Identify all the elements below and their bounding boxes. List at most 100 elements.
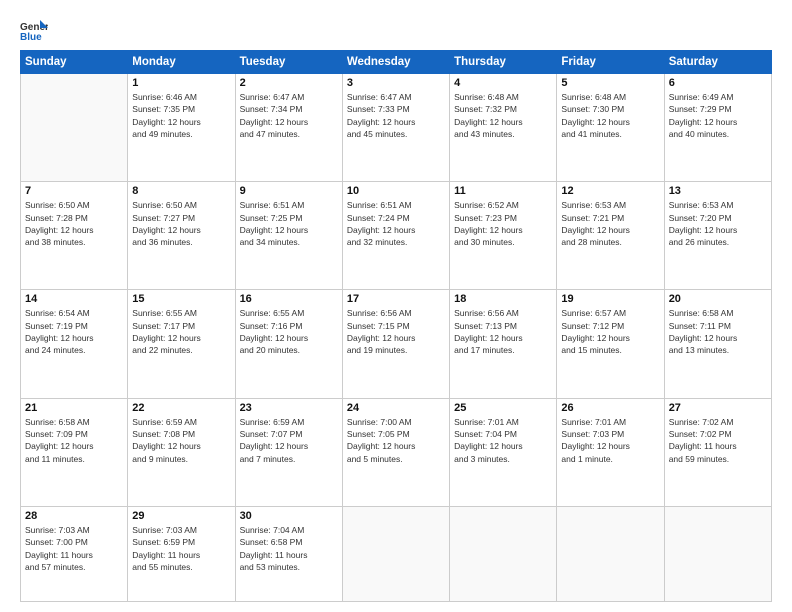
day-number: 5 <box>561 77 659 89</box>
calendar-cell: 28 Sunrise: 7:03 AM Sunset: 7:00 PM Dayli… <box>21 506 128 601</box>
day-info: Sunrise: 6:47 AM Sunset: 7:33 PM Dayligh… <box>347 91 445 140</box>
weekday-header-friday: Friday <box>557 51 664 74</box>
weekday-header-sunday: Sunday <box>21 51 128 74</box>
calendar-cell: 12 Sunrise: 6:53 AM Sunset: 7:21 PM Dayli… <box>557 182 664 290</box>
day-info: Sunrise: 7:01 AM Sunset: 7:03 PM Dayligh… <box>561 416 659 465</box>
calendar-cell: 19 Sunrise: 6:57 AM Sunset: 7:12 PM Dayli… <box>557 290 664 398</box>
day-info: Sunrise: 6:54 AM Sunset: 7:19 PM Dayligh… <box>25 307 123 356</box>
day-number: 6 <box>669 77 767 89</box>
day-info: Sunrise: 6:58 AM Sunset: 7:09 PM Dayligh… <box>25 416 123 465</box>
day-info: Sunrise: 6:48 AM Sunset: 7:30 PM Dayligh… <box>561 91 659 140</box>
calendar-cell: 29 Sunrise: 7:03 AM Sunset: 6:59 PM Dayli… <box>128 506 235 601</box>
calendar-table: SundayMondayTuesdayWednesdayThursdayFrid… <box>20 50 772 602</box>
calendar-cell: 21 Sunrise: 6:58 AM Sunset: 7:09 PM Dayli… <box>21 398 128 506</box>
day-info: Sunrise: 6:51 AM Sunset: 7:25 PM Dayligh… <box>240 199 338 248</box>
calendar-cell: 3 Sunrise: 6:47 AM Sunset: 7:33 PM Daylig… <box>342 74 449 182</box>
calendar-cell: 10 Sunrise: 6:51 AM Sunset: 7:24 PM Dayli… <box>342 182 449 290</box>
day-number: 24 <box>347 402 445 414</box>
day-number: 23 <box>240 402 338 414</box>
weekday-header-monday: Monday <box>128 51 235 74</box>
day-number: 28 <box>25 510 123 522</box>
day-number: 16 <box>240 293 338 305</box>
calendar-cell: 6 Sunrise: 6:49 AM Sunset: 7:29 PM Daylig… <box>664 74 771 182</box>
day-number: 13 <box>669 185 767 197</box>
day-number: 25 <box>454 402 552 414</box>
weekday-header-thursday: Thursday <box>450 51 557 74</box>
day-number: 1 <box>132 77 230 89</box>
day-number: 22 <box>132 402 230 414</box>
day-info: Sunrise: 6:55 AM Sunset: 7:17 PM Dayligh… <box>132 307 230 356</box>
day-number: 11 <box>454 185 552 197</box>
day-info: Sunrise: 7:02 AM Sunset: 7:02 PM Dayligh… <box>669 416 767 465</box>
calendar-cell: 26Sunrise: 7:01 AM Sunset: 7:03 PM Dayli… <box>557 398 664 506</box>
calendar-cell <box>664 506 771 601</box>
day-info: Sunrise: 6:59 AM Sunset: 7:07 PM Dayligh… <box>240 416 338 465</box>
calendar-cell: 4Sunrise: 6:48 AM Sunset: 7:32 PM Daylig… <box>450 74 557 182</box>
day-info: Sunrise: 7:01 AM Sunset: 7:04 PM Dayligh… <box>454 416 552 465</box>
calendar-cell: 8 Sunrise: 6:50 AM Sunset: 7:27 PM Daylig… <box>128 182 235 290</box>
day-info: Sunrise: 6:53 AM Sunset: 7:21 PM Dayligh… <box>561 199 659 248</box>
calendar-cell: 17 Sunrise: 6:56 AM Sunset: 7:15 PM Dayli… <box>342 290 449 398</box>
day-info: Sunrise: 7:03 AM Sunset: 6:59 PM Dayligh… <box>132 524 230 573</box>
calendar-cell: 23 Sunrise: 6:59 AM Sunset: 7:07 PM Dayli… <box>235 398 342 506</box>
calendar-cell: 27Sunrise: 7:02 AM Sunset: 7:02 PM Dayli… <box>664 398 771 506</box>
svg-text:Blue: Blue <box>20 32 42 42</box>
calendar-cell: 20 Sunrise: 6:58 AM Sunset: 7:11 PM Dayli… <box>664 290 771 398</box>
day-info: Sunrise: 6:48 AM Sunset: 7:32 PM Dayligh… <box>454 91 552 140</box>
calendar-cell: 1 Sunrise: 6:46 AM Sunset: 7:35 PM Daylig… <box>128 74 235 182</box>
calendar-cell <box>342 506 449 601</box>
calendar-cell: 13 Sunrise: 6:53 AM Sunset: 7:20 PM Dayli… <box>664 182 771 290</box>
calendar-cell: 9 Sunrise: 6:51 AM Sunset: 7:25 PM Daylig… <box>235 182 342 290</box>
calendar-cell <box>450 506 557 601</box>
day-number: 10 <box>347 185 445 197</box>
calendar-cell <box>557 506 664 601</box>
calendar-cell: 11 Sunrise: 6:52 AM Sunset: 7:23 PM Dayli… <box>450 182 557 290</box>
day-number: 19 <box>561 293 659 305</box>
day-info: Sunrise: 7:03 AM Sunset: 7:00 PM Dayligh… <box>25 524 123 573</box>
weekday-header-tuesday: Tuesday <box>235 51 342 74</box>
day-info: Sunrise: 6:52 AM Sunset: 7:23 PM Dayligh… <box>454 199 552 248</box>
day-info: Sunrise: 6:56 AM Sunset: 7:15 PM Dayligh… <box>347 307 445 356</box>
day-number: 29 <box>132 510 230 522</box>
calendar-cell: 22 Sunrise: 6:59 AM Sunset: 7:08 PM Dayli… <box>128 398 235 506</box>
day-info: Sunrise: 6:47 AM Sunset: 7:34 PM Dayligh… <box>240 91 338 140</box>
day-number: 30 <box>240 510 338 522</box>
day-number: 8 <box>132 185 230 197</box>
day-number: 9 <box>240 185 338 197</box>
calendar-cell: 15Sunrise: 6:55 AM Sunset: 7:17 PM Dayli… <box>128 290 235 398</box>
calendar-cell: 30 Sunrise: 7:04 AM Sunset: 6:58 PM Dayli… <box>235 506 342 601</box>
weekday-header-wednesday: Wednesday <box>342 51 449 74</box>
day-info: Sunrise: 6:53 AM Sunset: 7:20 PM Dayligh… <box>669 199 767 248</box>
day-info: Sunrise: 6:51 AM Sunset: 7:24 PM Dayligh… <box>347 199 445 248</box>
day-info: Sunrise: 6:50 AM Sunset: 7:28 PM Dayligh… <box>25 199 123 248</box>
day-number: 21 <box>25 402 123 414</box>
page-header: General Blue <box>20 18 772 42</box>
day-number: 2 <box>240 77 338 89</box>
day-info: Sunrise: 6:46 AM Sunset: 7:35 PM Dayligh… <box>132 91 230 140</box>
day-info: Sunrise: 6:59 AM Sunset: 7:08 PM Dayligh… <box>132 416 230 465</box>
calendar-cell: 25 Sunrise: 7:01 AM Sunset: 7:04 PM Dayli… <box>450 398 557 506</box>
calendar-cell: 7 Sunrise: 6:50 AM Sunset: 7:28 PM Daylig… <box>21 182 128 290</box>
day-number: 20 <box>669 293 767 305</box>
day-number: 3 <box>347 77 445 89</box>
calendar-cell: 5 Sunrise: 6:48 AM Sunset: 7:30 PM Daylig… <box>557 74 664 182</box>
day-number: 14 <box>25 293 123 305</box>
day-number: 7 <box>25 185 123 197</box>
day-number: 17 <box>347 293 445 305</box>
day-info: Sunrise: 6:49 AM Sunset: 7:29 PM Dayligh… <box>669 91 767 140</box>
day-number: 18 <box>454 293 552 305</box>
day-number: 12 <box>561 185 659 197</box>
calendar-cell: 16 Sunrise: 6:55 AM Sunset: 7:16 PM Dayli… <box>235 290 342 398</box>
weekday-header-saturday: Saturday <box>664 51 771 74</box>
day-info: Sunrise: 6:50 AM Sunset: 7:27 PM Dayligh… <box>132 199 230 248</box>
logo: General Blue <box>20 18 52 42</box>
day-info: Sunrise: 6:57 AM Sunset: 7:12 PM Dayligh… <box>561 307 659 356</box>
day-info: Sunrise: 6:58 AM Sunset: 7:11 PM Dayligh… <box>669 307 767 356</box>
calendar-cell: 2 Sunrise: 6:47 AM Sunset: 7:34 PM Daylig… <box>235 74 342 182</box>
day-info: Sunrise: 6:56 AM Sunset: 7:13 PM Dayligh… <box>454 307 552 356</box>
calendar-cell: 18 Sunrise: 6:56 AM Sunset: 7:13 PM Dayli… <box>450 290 557 398</box>
day-info: Sunrise: 6:55 AM Sunset: 7:16 PM Dayligh… <box>240 307 338 356</box>
calendar-cell <box>21 74 128 182</box>
calendar-cell: 14 Sunrise: 6:54 AM Sunset: 7:19 PM Dayli… <box>21 290 128 398</box>
day-info: Sunrise: 7:04 AM Sunset: 6:58 PM Dayligh… <box>240 524 338 573</box>
